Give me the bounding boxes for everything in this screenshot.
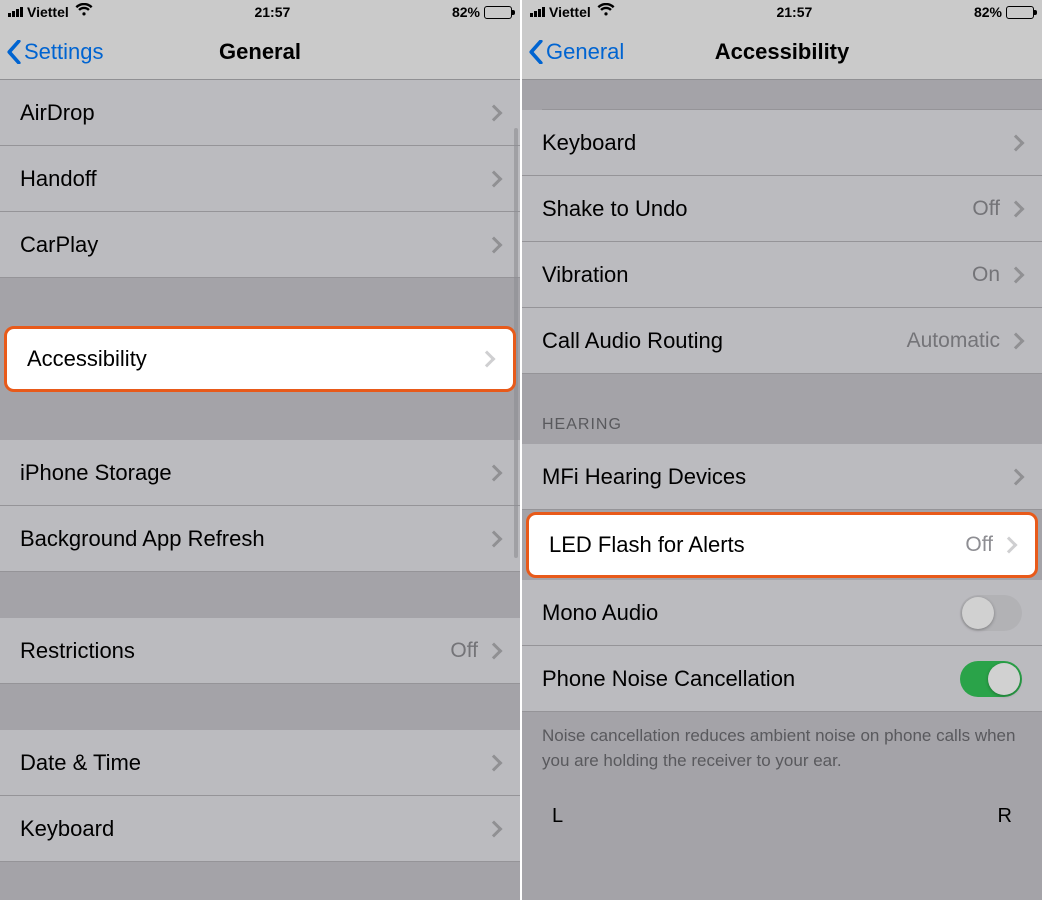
- chevron-right-icon: [1008, 468, 1025, 485]
- screen-general: Viettel 21:57 82% Settings General AirDr…: [0, 0, 522, 900]
- back-label: General: [546, 39, 624, 65]
- chevron-right-icon: [1008, 332, 1025, 349]
- row-mono-audio[interactable]: Mono Audio: [522, 580, 1042, 646]
- row-label: Mono Audio: [542, 600, 960, 626]
- row-carplay[interactable]: CarPlay: [0, 212, 520, 278]
- row-label: Call Audio Routing: [542, 328, 907, 354]
- chevron-right-icon: [486, 642, 503, 659]
- row-value: Automatic: [907, 329, 1000, 353]
- signal-bars-icon: [8, 7, 23, 17]
- chevron-right-icon: [486, 464, 503, 481]
- status-bar: Viettel 21:57 82%: [522, 0, 1042, 24]
- section-gap: [0, 572, 520, 618]
- row-background-refresh[interactable]: Background App Refresh: [0, 506, 520, 572]
- chevron-right-icon: [1001, 537, 1018, 554]
- chevron-right-icon: [486, 170, 503, 187]
- row-accessibility[interactable]: Accessibility: [4, 326, 516, 392]
- back-button[interactable]: Settings: [0, 39, 104, 65]
- wifi-icon: [75, 3, 93, 21]
- row-label: AirDrop: [20, 100, 488, 126]
- row-value: Off: [972, 197, 1000, 221]
- screen-accessibility: Viettel 21:57 82% General Accessibility …: [522, 0, 1042, 900]
- row-label: Shake to Undo: [542, 196, 972, 222]
- row-shake-to-undo[interactable]: Shake to Undo Off: [522, 176, 1042, 242]
- chevron-right-icon: [1008, 134, 1025, 151]
- row-keyboard[interactable]: Keyboard: [522, 110, 1042, 176]
- carrier-label: Viettel: [549, 4, 591, 20]
- row-date-time[interactable]: Date & Time: [0, 730, 520, 796]
- row-call-audio-routing[interactable]: Call Audio Routing Automatic: [522, 308, 1042, 374]
- accessibility-list[interactable]: Keyboard Shake to Undo Off Vibration On …: [522, 80, 1042, 900]
- signal-bars-icon: [530, 7, 545, 17]
- row-value: On: [972, 263, 1000, 287]
- back-label: Settings: [24, 39, 104, 65]
- balance-right: R: [998, 805, 1012, 828]
- row-label: LED Flash for Alerts: [549, 532, 965, 558]
- row-mfi-hearing[interactable]: MFi Hearing Devices: [522, 444, 1042, 510]
- row-label: Date & Time: [20, 750, 488, 776]
- row-keyboard[interactable]: Keyboard: [0, 796, 520, 862]
- row-airdrop[interactable]: AirDrop: [0, 80, 520, 146]
- nav-bar: General Accessibility: [522, 24, 1042, 80]
- section-footer: Noise cancellation reduces ambient noise…: [522, 712, 1042, 789]
- battery-icon: [1006, 6, 1034, 19]
- row-label: Background App Refresh: [20, 526, 488, 552]
- battery-pct: 82%: [452, 4, 480, 20]
- clock: 21:57: [776, 4, 812, 20]
- battery-pct: 82%: [974, 4, 1002, 20]
- row-label: CarPlay: [20, 232, 488, 258]
- toggle-mono-audio[interactable]: [960, 595, 1022, 631]
- row-led-flash[interactable]: LED Flash for Alerts Off: [526, 512, 1038, 578]
- toggle-phone-noise[interactable]: [960, 661, 1022, 697]
- row-label: Vibration: [542, 262, 972, 288]
- partial-row: [542, 80, 1042, 110]
- chevron-right-icon: [1008, 200, 1025, 217]
- row-value: Off: [965, 533, 993, 557]
- chevron-right-icon: [486, 104, 503, 121]
- row-iphone-storage[interactable]: iPhone Storage: [0, 440, 520, 506]
- section-gap: [0, 278, 520, 324]
- settings-list[interactable]: AirDrop Handoff CarPlay Accessibility iP…: [0, 80, 520, 900]
- row-value: Off: [450, 639, 478, 663]
- chevron-right-icon: [1008, 266, 1025, 283]
- row-vibration[interactable]: Vibration On: [522, 242, 1042, 308]
- section-gap: [0, 394, 520, 440]
- section-header-hearing: HEARING: [522, 374, 1042, 444]
- chevron-left-icon: [6, 40, 22, 64]
- row-phone-noise[interactable]: Phone Noise Cancellation: [522, 646, 1042, 712]
- row-label: Keyboard: [542, 130, 1010, 156]
- row-label: iPhone Storage: [20, 460, 488, 486]
- row-label: Handoff: [20, 166, 488, 192]
- row-handoff[interactable]: Handoff: [0, 146, 520, 212]
- row-label: Accessibility: [27, 346, 481, 372]
- chevron-right-icon: [486, 530, 503, 547]
- status-bar: Viettel 21:57 82%: [0, 0, 520, 24]
- carrier-label: Viettel: [27, 4, 69, 20]
- balance-row: L R: [522, 789, 1042, 828]
- section-gap: [0, 684, 520, 730]
- chevron-right-icon: [486, 754, 503, 771]
- clock: 21:57: [254, 4, 290, 20]
- nav-bar: Settings General: [0, 24, 520, 80]
- row-restrictions[interactable]: Restrictions Off: [0, 618, 520, 684]
- battery-icon: [484, 6, 512, 19]
- row-label: Restrictions: [20, 638, 450, 664]
- row-label: MFi Hearing Devices: [542, 464, 1010, 490]
- row-label: Keyboard: [20, 816, 488, 842]
- chevron-right-icon: [486, 236, 503, 253]
- row-label: Phone Noise Cancellation: [542, 666, 960, 692]
- balance-left: L: [552, 805, 563, 828]
- chevron-left-icon: [528, 40, 544, 64]
- back-button[interactable]: General: [522, 39, 624, 65]
- wifi-icon: [597, 3, 615, 21]
- chevron-right-icon: [486, 820, 503, 837]
- chevron-right-icon: [479, 351, 496, 368]
